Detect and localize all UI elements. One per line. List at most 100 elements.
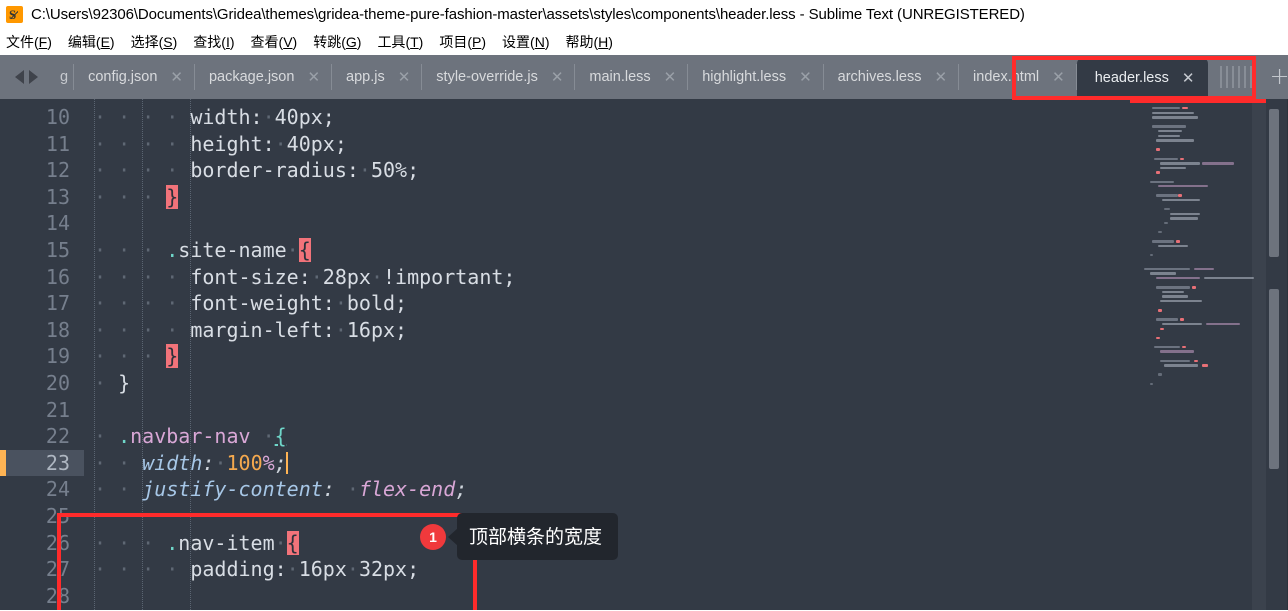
minimap-line	[1130, 153, 1266, 156]
code-content[interactable]: · · · · width:·40px; · · · · height:·40p…	[84, 99, 1288, 610]
tab-app-js[interactable]: app.js ✕	[332, 55, 423, 99]
minimap-segment	[1150, 254, 1153, 257]
line-number: 25	[45, 503, 70, 528]
menu-item-selection[interactable]: 选择(S)	[131, 32, 187, 52]
window-title: C:\Users\92306\Documents\Gridea\themes\g…	[31, 6, 1025, 23]
menu-item-file[interactable]: 文件(F)	[6, 32, 61, 52]
code-line-14[interactable]	[84, 210, 1288, 237]
minimap-line	[1130, 194, 1266, 197]
menu-item-preferences[interactable]: 设置(N)	[502, 32, 558, 52]
tab-package-json[interactable]: package.json ✕	[195, 55, 333, 99]
close-icon[interactable]: ✕	[1182, 70, 1195, 86]
minimap-line	[1130, 332, 1266, 335]
minimap-segment	[1144, 267, 1190, 271]
close-icon[interactable]: ✕	[664, 69, 677, 85]
arrow-right-icon[interactable]	[28, 70, 38, 84]
minimap-line	[1130, 221, 1266, 225]
code-line-17[interactable]: · · · · font-weight:·bold;	[84, 290, 1288, 317]
code-line-23[interactable]: · · width:·100%;	[84, 450, 1288, 477]
tab-main-less[interactable]: main.less ✕	[575, 55, 689, 99]
code-line-24[interactable]: · · justify-content: ·flex-end;	[84, 476, 1288, 503]
arrow-left-icon[interactable]	[14, 70, 24, 84]
line-number: 15	[45, 237, 70, 262]
minimap-line	[1130, 305, 1266, 308]
minimap-line	[1130, 276, 1266, 280]
menu-item-edit[interactable]: 编辑(E)	[68, 32, 124, 52]
tab-header-less[interactable]: header.less ✕	[1076, 57, 1209, 99]
whitespace-dots: ·	[94, 370, 119, 395]
code-editor[interactable]: 10 11 12 13 14 15 16 17 18 19 20 21 22 2…	[0, 99, 1288, 610]
minimap-segment	[1160, 350, 1194, 353]
tab-config-json[interactable]: config.json ✕	[74, 55, 195, 99]
whitespace-dots: ·	[334, 477, 359, 502]
code-line-27[interactable]: · · · · padding:·16px·32px;	[84, 556, 1288, 583]
whitespace-dots: ·	[310, 264, 323, 289]
close-icon[interactable]: ✕	[170, 69, 183, 85]
minimap-line	[1130, 378, 1266, 381]
minimap-line	[1130, 226, 1266, 229]
close-icon[interactable]: ✕	[1052, 69, 1065, 85]
code-token: ;	[455, 477, 468, 502]
code-line-22[interactable]: · .navbar-nav ·{	[84, 423, 1288, 450]
code-line-16[interactable]: · · · · font-size:·28px·!important;	[84, 264, 1288, 291]
whitespace-dots: · · · ·	[94, 317, 191, 342]
whitespace-dots: · · ·	[94, 344, 167, 369]
code-line-19[interactable]: · · · }	[84, 343, 1288, 370]
code-line-10[interactable]: · · · · width:·40px;	[84, 104, 1288, 131]
close-icon[interactable]: ✕	[307, 69, 320, 85]
code-line-18[interactable]: · · · · margin-left:·16px;	[84, 317, 1288, 344]
code-token: :	[250, 105, 263, 129]
menu-item-help[interactable]: 帮助(H)	[566, 32, 622, 52]
minimap-line	[1130, 166, 1266, 170]
minimap-line	[1130, 144, 1266, 147]
new-tab-button[interactable]: +	[1265, 64, 1288, 89]
code-line-26[interactable]: · · · .nav-item·{	[84, 530, 1288, 557]
tab-archives-less[interactable]: archives.less ✕	[824, 55, 960, 99]
code-line-15[interactable]: · · · .site-name·{	[84, 237, 1288, 264]
code-line-12[interactable]: · · · · border-radius:·50%;	[84, 157, 1288, 184]
code-token: }	[118, 370, 131, 395]
code-line-28[interactable]	[84, 583, 1288, 610]
code-token: .	[166, 530, 179, 555]
minimap-segment	[1192, 286, 1196, 289]
minimap-line	[1130, 107, 1266, 110]
tab-navigation-arrows[interactable]	[0, 55, 52, 99]
tab-style-override-js[interactable]: style-override.js ✕	[422, 55, 576, 99]
scrollbar-thumb-upper[interactable]	[1269, 109, 1279, 257]
minimap-line	[1130, 203, 1266, 206]
code-line-13[interactable]: · · · }	[84, 184, 1288, 211]
menu-item-goto[interactable]: 转跳(G)	[313, 32, 370, 52]
menu-item-view[interactable]: 查看(V)	[251, 32, 307, 52]
close-icon[interactable]: ✕	[799, 69, 812, 85]
menu-item-view-label: 查看	[250, 34, 279, 50]
minimap-segment	[1156, 194, 1178, 197]
code-minimap[interactable]	[1130, 99, 1288, 610]
menu-item-find[interactable]: 查找(I)	[193, 32, 243, 52]
code-line-25[interactable]	[84, 503, 1288, 530]
close-icon[interactable]: ✕	[551, 69, 564, 85]
minimap-line	[1130, 387, 1266, 390]
code-line-11[interactable]: · · · · height:·40px;	[84, 131, 1288, 158]
minimap-segment	[1156, 171, 1160, 174]
tab-highlight-less[interactable]: highlight.less ✕	[688, 55, 824, 99]
minimap-viewport[interactable]	[1252, 103, 1266, 610]
line-number-gutter: 10 11 12 13 14 15 16 17 18 19 20 21 22 2…	[0, 99, 84, 610]
close-icon[interactable]: ✕	[398, 69, 411, 85]
minimap-line	[1130, 341, 1266, 344]
code-line-20[interactable]: · }	[84, 370, 1288, 397]
line-number: 22	[45, 424, 70, 449]
tab-partial-left[interactable]: g	[52, 55, 75, 99]
tab-index-html[interactable]: index.html ✕	[959, 55, 1077, 99]
code-token: padding	[190, 557, 275, 582]
minimap-segment	[1164, 364, 1198, 367]
minimap-segment	[1158, 129, 1182, 133]
menu-item-tools[interactable]: 工具(T)	[377, 32, 432, 52]
scrollbar-thumb-lower[interactable]	[1269, 289, 1279, 469]
code-line-21[interactable]	[84, 397, 1288, 424]
code-token: site-name	[178, 237, 287, 262]
close-icon[interactable]: ✕	[934, 69, 947, 85]
minimap-line	[1130, 382, 1266, 386]
menu-item-project[interactable]: 项目(P)	[439, 32, 495, 52]
minimap-segment	[1152, 125, 1186, 128]
code-line-29[interactable]: · · · · a·{	[84, 609, 1288, 610]
